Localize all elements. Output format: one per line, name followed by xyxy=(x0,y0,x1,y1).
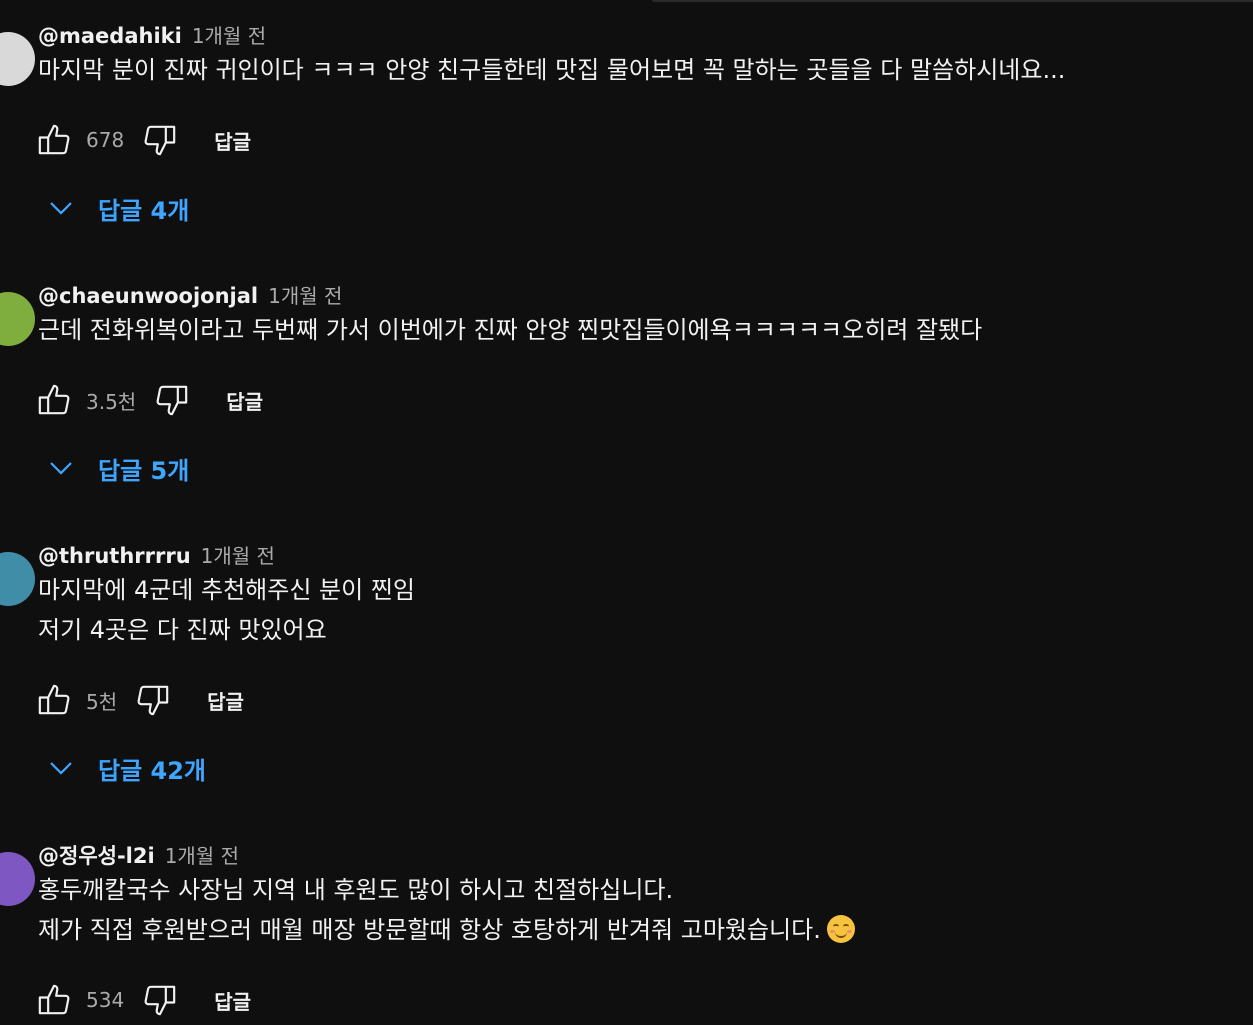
avatar[interactable] xyxy=(0,32,35,86)
view-replies-button[interactable]: 답글 42개 xyxy=(46,748,206,788)
reply-button[interactable]: 답글 xyxy=(207,686,244,715)
comment-actions: 678 답글 xyxy=(34,120,251,160)
dislike-button[interactable] xyxy=(140,980,180,1020)
dislike-button[interactable] xyxy=(140,120,180,160)
comment-text: 근데 전화위복이라고 두번째 가서 이번에가 진짜 안양 찐맛집들이에욕ㅋㅋㅋㅋ… xyxy=(38,310,982,350)
comment-header: @thruthrrrru 1개월 전 xyxy=(38,540,275,570)
comment-time[interactable]: 1개월 전 xyxy=(192,20,266,49)
comment-text-line: 마지막에 4군데 추천해주신 분이 찐임 xyxy=(38,576,415,604)
author-name[interactable]: @정우성-l2i xyxy=(38,840,155,870)
avatar[interactable] xyxy=(0,292,35,346)
comment-time[interactable]: 1개월 전 xyxy=(268,280,342,309)
thumbs-up-icon xyxy=(38,384,70,415)
author-name[interactable]: @thruthrrrru xyxy=(38,544,191,568)
thumbs-up-icon xyxy=(38,684,70,715)
like-button[interactable] xyxy=(34,120,74,160)
like-button[interactable] xyxy=(34,980,74,1020)
reply-button[interactable]: 답글 xyxy=(214,986,251,1015)
comment-header: @maedahiki 1개월 전 xyxy=(38,20,266,50)
like-count: 534 xyxy=(86,988,125,1012)
smiling-face-emoji-icon xyxy=(826,915,855,943)
avatar[interactable] xyxy=(0,552,35,606)
thumbs-up-icon xyxy=(38,124,70,155)
comment-text: 마지막 분이 진짜 귀인이다 ㅋㅋㅋ 안양 친구들한테 맛집 물어보면 꼭 말하… xyxy=(38,50,1065,90)
chevron-down-icon xyxy=(46,193,76,223)
comment-text-line-content: 제가 직접 후원받으러 매월 매장 방문할때 항상 호탕하게 반겨줘 고마웠습니… xyxy=(38,916,821,944)
dislike-button[interactable] xyxy=(133,680,173,720)
like-button[interactable] xyxy=(34,680,74,720)
comment-actions: 534 답글 xyxy=(34,980,251,1020)
comment-actions: 5천 답글 xyxy=(34,680,244,720)
thumbs-down-icon xyxy=(156,385,188,416)
comment-text-line: 제가 직접 후원받으러 매월 매장 방문할때 항상 호탕하게 반겨줘 고마웠습니… xyxy=(38,910,855,950)
comment-text-line: 홍두깨칼국수 사장님 지역 내 후원도 많이 하시고 친절하십니다. xyxy=(38,876,674,904)
like-count: 3.5천 xyxy=(86,389,137,414)
comment-text: 마지막에 4군데 추천해주신 분이 찐임 저기 4곳은 다 진짜 맛있어요 xyxy=(38,570,415,650)
replies-count-label[interactable]: 답글 5개 xyxy=(98,451,189,486)
author-name[interactable]: @maedahiki xyxy=(38,24,182,48)
like-count: 678 xyxy=(86,128,125,152)
comment-time[interactable]: 1개월 전 xyxy=(165,840,239,869)
top-divider xyxy=(652,0,1253,2)
author-name[interactable]: @chaeunwoojonjal xyxy=(38,284,258,308)
comment-text-line: 마지막 분이 진짜 귀인이다 ㅋㅋㅋ 안양 친구들한테 맛집 물어보면 꼭 말하… xyxy=(38,56,1066,84)
thumbs-down-icon xyxy=(137,685,169,716)
comment-time[interactable]: 1개월 전 xyxy=(201,540,275,569)
thumbs-down-icon xyxy=(144,985,176,1016)
chevron-down-icon xyxy=(46,753,76,783)
thumbs-down-icon xyxy=(144,125,176,156)
comment-header: @정우성-l2i 1개월 전 xyxy=(38,840,239,870)
replies-count-label[interactable]: 답글 4개 xyxy=(98,191,189,226)
comment-actions: 3.5천 답글 xyxy=(34,380,263,420)
reply-button[interactable]: 답글 xyxy=(214,126,251,155)
view-replies-button[interactable]: 답글 4개 xyxy=(46,188,189,228)
like-count: 5천 xyxy=(86,689,118,714)
like-button[interactable] xyxy=(34,380,74,420)
comment-header: @chaeunwoojonjal 1개월 전 xyxy=(38,280,342,310)
comment-text-line: 저기 4곳은 다 진짜 맛있어요 xyxy=(38,616,327,644)
avatar[interactable] xyxy=(0,852,35,906)
chevron-down-icon xyxy=(46,453,76,483)
reply-button[interactable]: 답글 xyxy=(226,386,263,415)
replies-count-label[interactable]: 답글 42개 xyxy=(98,751,206,786)
comment-text: 홍두깨칼국수 사장님 지역 내 후원도 많이 하시고 친절하십니다. 제가 직접… xyxy=(38,870,855,950)
dislike-button[interactable] xyxy=(152,380,192,420)
thumbs-up-icon xyxy=(38,984,70,1015)
comment-text-line: 근데 전화위복이라고 두번째 가서 이번에가 진짜 안양 찐맛집들이에욕ㅋㅋㅋㅋ… xyxy=(38,316,983,344)
view-replies-button[interactable]: 답글 5개 xyxy=(46,448,189,488)
